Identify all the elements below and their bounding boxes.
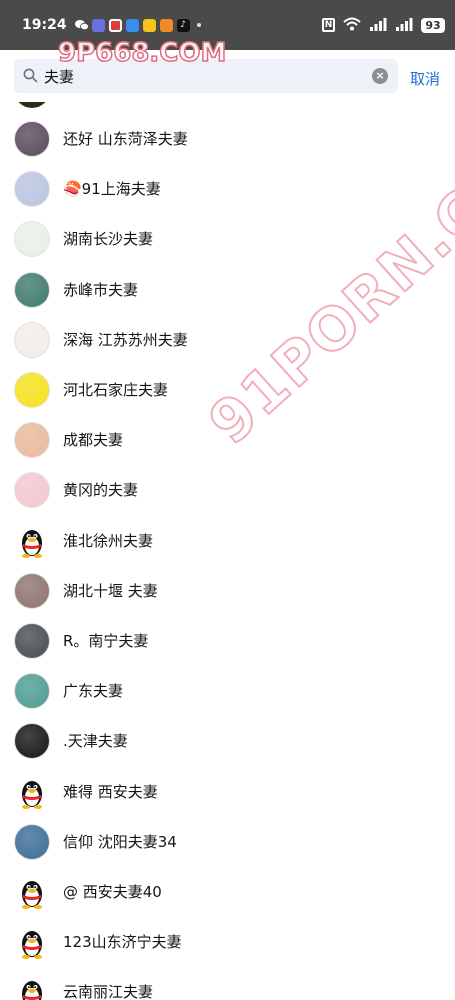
avatar [14, 372, 50, 408]
contact-name: 🍣91上海夫妻 [63, 180, 161, 199]
contact-name: @ 西安夫妻40 [63, 883, 162, 901]
list-item[interactable]: 淮北徐州夫妻 [0, 516, 455, 566]
search-results-list[interactable]: 还好 山东菏泽夫妻 🍣91上海夫妻 湖南长沙夫妻 赤峰市夫妻深海 江苏苏州夫妻 河北石家… [0, 102, 455, 1000]
avatar [14, 422, 50, 459]
avatar [14, 924, 50, 960]
list-item[interactable]: 黄冈的夫妻 [0, 465, 455, 515]
search-icon [23, 68, 38, 87]
app-icon [108, 18, 122, 32]
contact-name: 123山东济宁夫妻 [63, 933, 182, 952]
avatar [14, 271, 50, 308]
avatar [14, 974, 50, 1000]
contact-name: 云南丽江夫妻 [63, 983, 154, 1000]
app-icon [91, 18, 105, 32]
list-item[interactable]: 还好 山东菏泽夫妻 [0, 114, 455, 164]
list-item[interactable]: 🍣91上海夫妻 [0, 164, 455, 214]
contact-name: 黄冈的夫妻 [63, 481, 139, 500]
contact-name: 还好 山东菏泽夫妻 [63, 130, 188, 148]
contact-name: 淮北徐州夫妻 [63, 531, 154, 550]
contact-name: .天津夫妻 [63, 732, 128, 751]
list-item[interactable]: 赤峰市夫妻 [0, 265, 455, 315]
contact-name: 河北石家庄夫妻 [63, 381, 169, 399]
avatar [14, 171, 50, 208]
avatar [14, 523, 50, 559]
list-item[interactable]: 湖南长沙夫妻 [0, 214, 455, 264]
contact-name: 成都夫妻 [63, 431, 124, 450]
system-icons: N 93 [322, 16, 445, 35]
battery-icon: 93 [421, 17, 445, 33]
wechat-icon [74, 19, 89, 32]
status-time: 19:24 [22, 17, 67, 33]
status-bar: 19:24 ♪ N 93 [0, 0, 455, 50]
avatar [14, 823, 50, 860]
more-notifications-icon [196, 23, 201, 27]
avatar [14, 723, 50, 760]
contact-name: 深海 江苏苏州夫妻 [63, 330, 188, 349]
avatar [14, 472, 50, 509]
avatar [14, 121, 50, 157]
list-item[interactable]: 123山东济宁夫妻 [0, 917, 455, 967]
list-item[interactable]: 成都夫妻 [0, 415, 455, 465]
search-header: × 取消 [0, 50, 455, 102]
wifi-icon [343, 16, 361, 35]
list-item[interactable]: 广东夫妻 [0, 666, 455, 716]
list-item[interactable]: .天津夫妻 [0, 716, 455, 766]
contact-name: 赤峰市夫妻 [63, 280, 139, 299]
avatar [14, 321, 50, 358]
list-item[interactable]: 深海 江苏苏州夫妻 [0, 315, 455, 365]
list-item[interactable]: 云南丽江夫妻 [0, 967, 455, 1000]
screen: 19:24 ♪ N 93 夫妻 × 取消 还好 山东菏泽夫妻 🍣91上海夫妻 湖… [0, 0, 455, 1000]
contact-name: 湖北十堰 夫妻 [63, 581, 158, 600]
cancel-button[interactable]: 取消 [410, 68, 440, 89]
avatar [14, 673, 50, 710]
avatar [14, 774, 50, 810]
qq-icon [125, 18, 139, 32]
avatar [14, 572, 50, 609]
search-input[interactable] [44, 63, 374, 89]
clear-search-icon[interactable]: × [372, 68, 388, 84]
list-item[interactable]: @ 西安夫妻40 [0, 867, 455, 917]
tiktok-icon: ♪ [176, 18, 190, 32]
avatar[interactable] [14, 102, 50, 108]
list-item[interactable]: 湖北十堰 夫妻 [0, 566, 455, 616]
list-item[interactable]: 难得 西安夫妻 [0, 767, 455, 817]
contact-name: 难得 西安夫妻 [63, 782, 158, 801]
search-box[interactable]: × [14, 59, 398, 93]
list-item[interactable]: 河北石家庄夫妻 [0, 365, 455, 415]
app-icon [142, 18, 156, 32]
avatar [14, 623, 50, 659]
app-icon [159, 18, 173, 32]
avatar [14, 874, 50, 910]
list-item[interactable]: R。南宁夫妻 [0, 616, 455, 666]
nfc-icon: N [322, 18, 335, 32]
contact-name: R。南宁夫妻 [63, 632, 149, 650]
list-item[interactable]: 信仰 沈阳夫妻34 [0, 817, 455, 867]
signal-icon [369, 16, 387, 35]
avatar [14, 221, 50, 258]
notification-icons: ♪ [74, 18, 201, 32]
signal-icon [395, 16, 413, 35]
contact-name: 广东夫妻 [63, 682, 124, 701]
contact-name: 湖南长沙夫妻 [63, 230, 154, 249]
contact-name: 信仰 沈阳夫妻34 [63, 832, 177, 851]
